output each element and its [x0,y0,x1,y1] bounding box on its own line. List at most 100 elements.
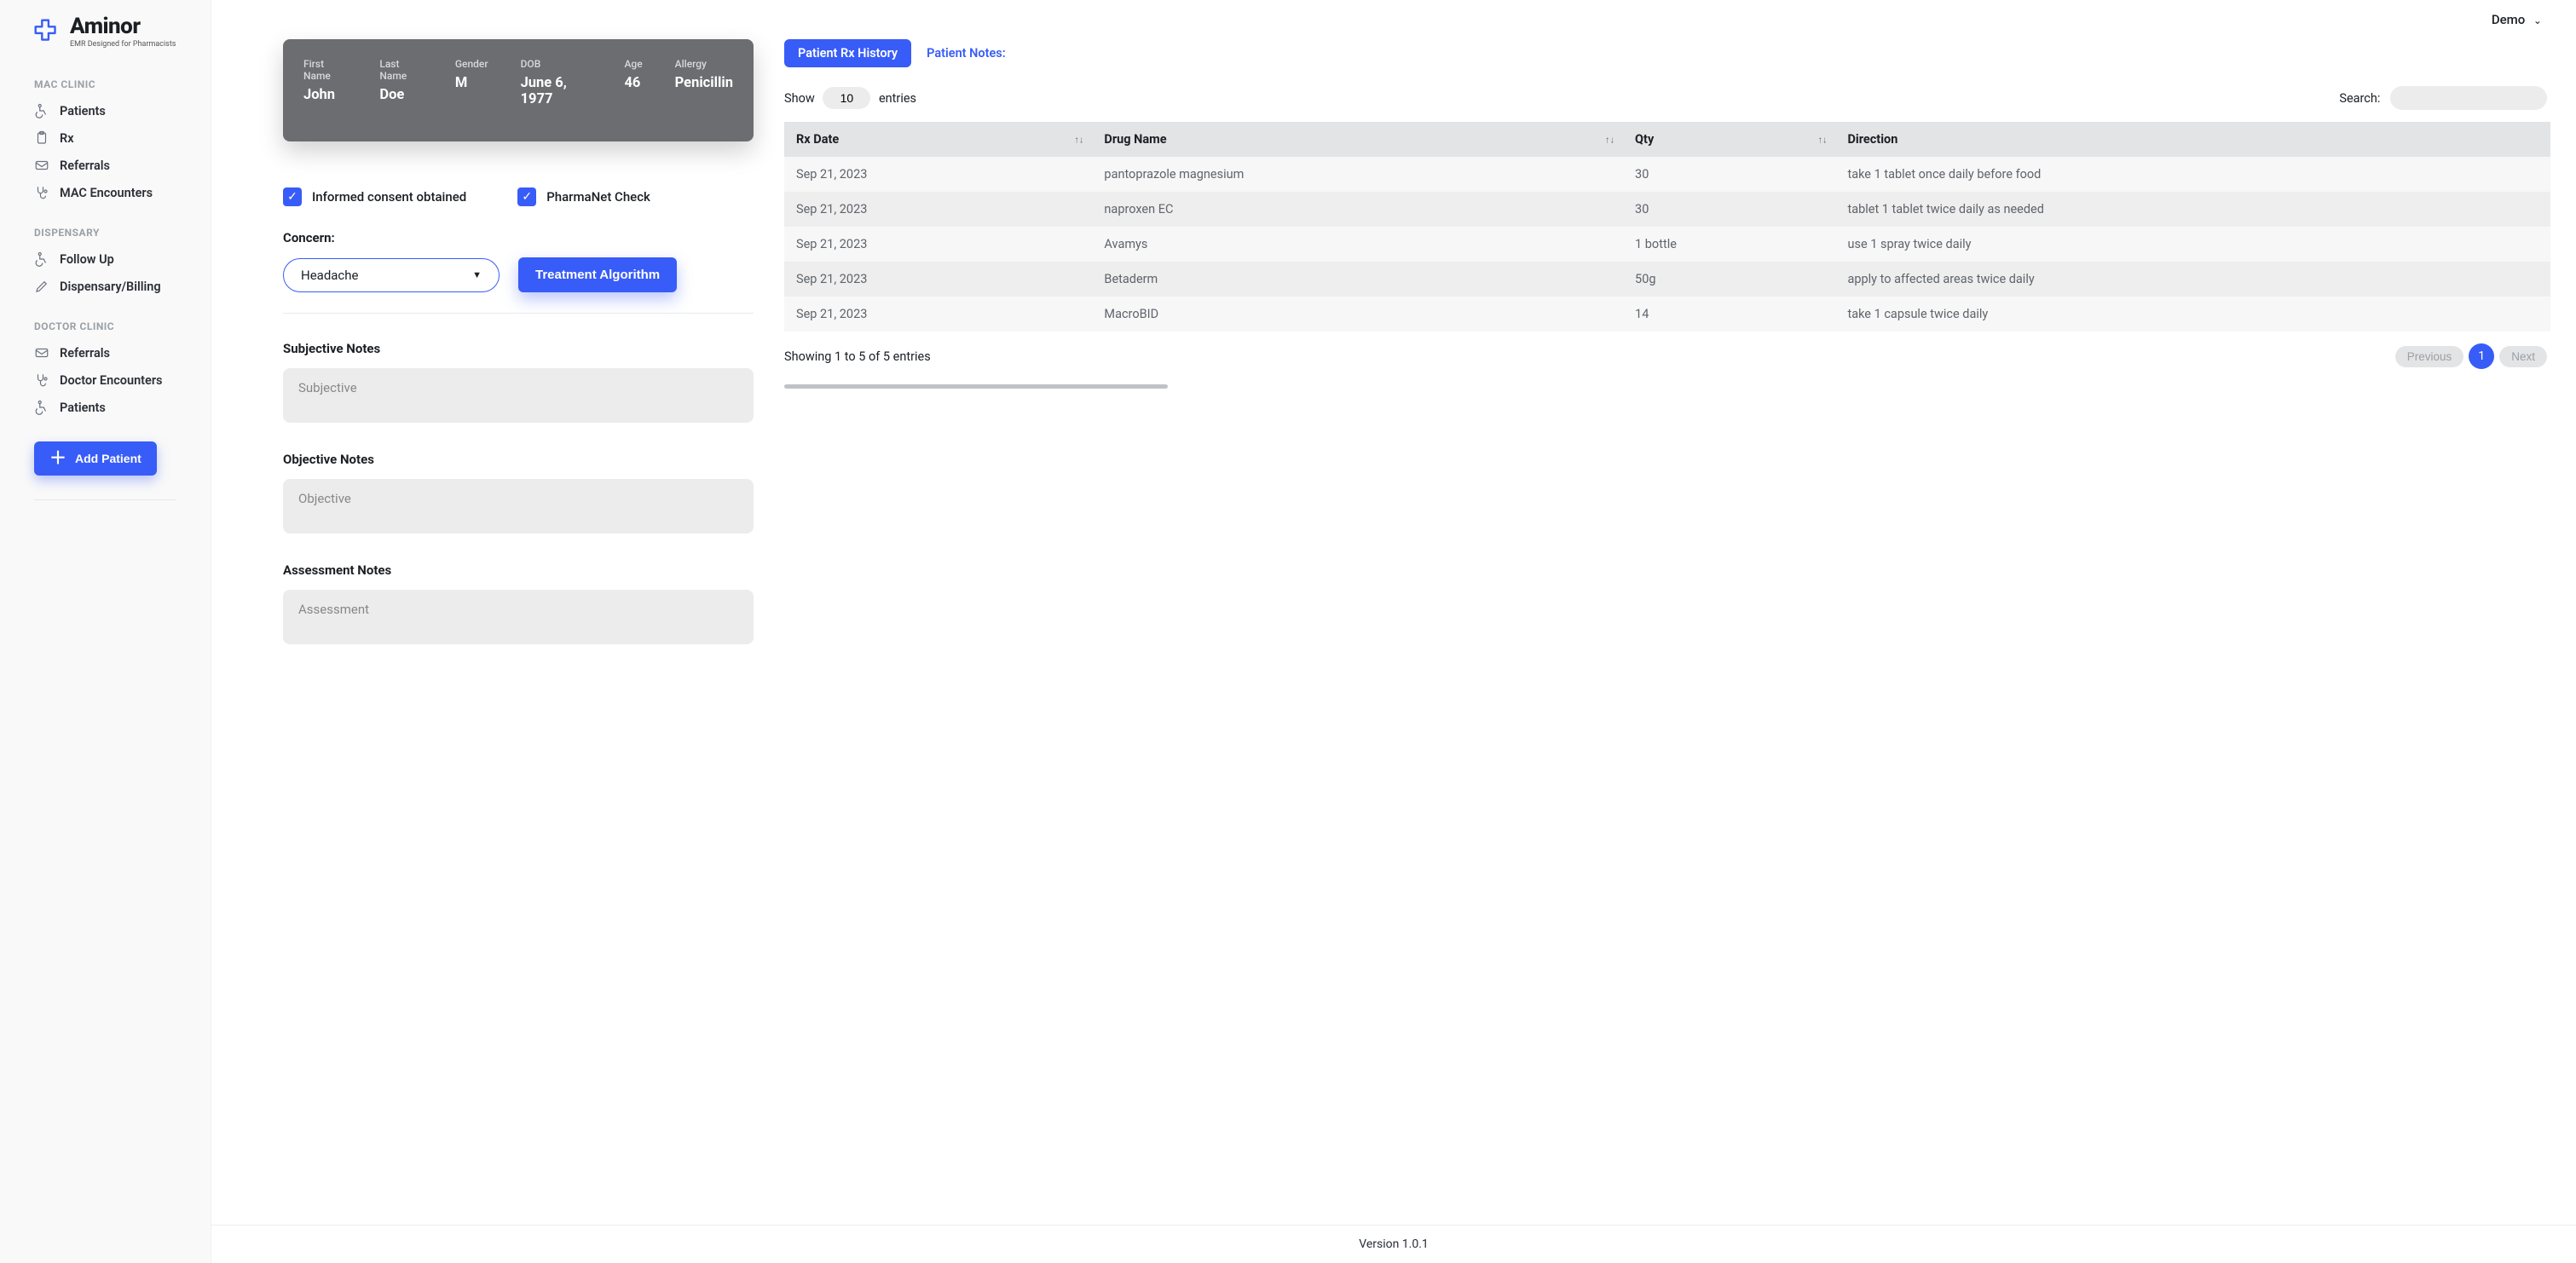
plus-icon: ＋ [49,450,66,467]
pager: Previous 1 Next [2395,343,2547,369]
footer-version: Version 1.0.1 [211,1225,2576,1263]
objective-title: Objective Notes [283,452,754,467]
checkbox-checked-icon[interactable]: ✓ [517,187,536,206]
tab-patient-notes[interactable]: Patient Notes: [927,46,1006,61]
horizontal-scrollbar[interactable] [784,384,1168,389]
brand-name: Aminor [70,15,176,37]
patient-field-value: June 6, 1977 [521,75,592,107]
cell-dir: take 1 tablet once daily before food [1835,157,2550,192]
user-name: Demo [2492,12,2525,27]
encounter-panel: First NameJohnLast NameDoeGenderMDOBJune… [283,39,754,1225]
table-row[interactable]: Sep 21, 2023Betaderm50gapply to affected… [784,262,2550,297]
sidebar-divider [34,499,176,500]
wheelchair-icon [34,103,49,118]
clipboard-icon [34,130,49,146]
pharmanet-checkbox-row[interactable]: ✓ PharmaNet Check [517,187,650,206]
cell-date: Sep 21, 2023 [784,227,1092,262]
concern-label: Concern: [283,230,754,245]
wheelchair-icon [34,251,49,267]
patient-field-gender: GenderM [455,58,488,107]
sidebar-item-patients[interactable]: Patients [0,97,211,124]
col-rx-date[interactable]: Rx Date↑↓ [784,122,1092,157]
show-label: Show [784,91,815,106]
tab-rx-history[interactable]: Patient Rx History [784,39,911,67]
steth-icon [34,372,49,388]
col-qty[interactable]: Qty↑↓ [1623,122,1835,157]
sidebar-item-follow-up[interactable]: Follow Up [0,245,211,273]
checkbox-checked-icon[interactable]: ✓ [283,187,302,206]
table-row[interactable]: Sep 21, 2023pantoprazole magnesium30take… [784,157,2550,192]
cell-qty: 30 [1623,157,1835,192]
assessment-textarea[interactable] [283,590,754,644]
pharmanet-label: PharmaNet Check [546,189,650,205]
cell-date: Sep 21, 2023 [784,157,1092,192]
sidebar-item-dispensary-billing[interactable]: Dispensary/Billing [0,273,211,300]
assessment-title: Assessment Notes [283,562,754,578]
cell-dir: tablet 1 tablet twice daily as needed [1835,192,2550,227]
patient-field-allergy: Allergy Penicillin [675,58,733,107]
pencil-icon [34,279,49,294]
sidebar-item-doctor-encounters[interactable]: Doctor Encounters [0,366,211,394]
cell-drug: MacroBID [1092,297,1623,332]
patient-field-value: M [455,75,488,91]
page-1-button[interactable]: 1 [2469,343,2494,369]
table-row[interactable]: Sep 21, 2023Avamys1 bottleuse 1 spray tw… [784,227,2550,262]
concern-select[interactable]: Headache ▼ [283,258,500,292]
add-patient-label: Add Patient [75,452,142,465]
cell-date: Sep 21, 2023 [784,297,1092,332]
brand-tagline: EMR Designed for Pharmacists [70,41,176,49]
patient-field-label: Allergy [675,58,733,70]
objective-textarea[interactable] [283,479,754,533]
showing-text: Showing 1 to 5 of 5 entries [784,349,931,364]
subjective-textarea[interactable] [283,368,754,423]
nav-section-title: MAC CLINIC [0,58,211,97]
rx-table: Rx Date↑↓Drug Name↑↓Qty↑↓Direction Sep 2… [784,122,2550,332]
col-direction[interactable]: Direction [1835,122,2550,157]
sidebar-item-referrals[interactable]: Referrals [0,339,211,366]
next-button[interactable]: Next [2499,346,2547,367]
entries-selector: Show entries [784,87,916,109]
logo-icon [31,15,63,51]
sidebar-item-label: Referrals [60,346,110,360]
rx-table-wrap[interactable]: Rx Date↑↓Drug Name↑↓Qty↑↓Direction Sep 2… [784,122,2550,332]
sidebar-item-label: Referrals [60,159,110,173]
cell-drug: naproxen EC [1092,192,1623,227]
table-row[interactable]: Sep 21, 2023MacroBID14take 1 capsule twi… [784,297,2550,332]
sidebar-item-label: Patients [60,104,106,118]
sidebar-item-rx[interactable]: Rx [0,124,211,152]
col-drug-name[interactable]: Drug Name↑↓ [1092,122,1623,157]
sidebar-item-patients[interactable]: Patients [0,394,211,421]
cell-drug: Betaderm [1092,262,1623,297]
sidebar-item-label: Follow Up [60,252,114,267]
patient-field-label: DOB [521,58,592,70]
consent-label: Informed consent obtained [312,189,466,205]
sidebar-item-label: Dispensary/Billing [60,280,161,294]
sidebar-item-referrals[interactable]: Referrals [0,152,211,179]
caret-down-icon: ▼ [472,269,482,280]
sidebar-item-label: Patients [60,401,106,415]
search-input[interactable] [2390,86,2547,110]
nav-section-title: DOCTOR CLINIC [0,300,211,339]
prev-button[interactable]: Previous [2395,346,2464,367]
brand-logo: Aminor EMR Designed for Pharmacists [0,15,211,58]
cell-qty: 1 bottle [1623,227,1835,262]
sidebar: Aminor EMR Designed for Pharmacists MAC … [0,0,211,1263]
sidebar-item-label: MAC Encounters [60,186,153,200]
patient-field-value: 46 [624,75,642,91]
cell-qty: 14 [1623,297,1835,332]
topbar: Demo ⌄ [211,0,2576,27]
cell-date: Sep 21, 2023 [784,192,1092,227]
patient-field-value: Penicillin [675,75,733,91]
treatment-algorithm-button[interactable]: Treatment Algorithm [518,257,677,292]
sort-icon: ↑↓ [1074,134,1083,145]
cell-dir: take 1 capsule twice daily [1835,297,2550,332]
table-row[interactable]: Sep 21, 2023naproxen EC30tablet 1 tablet… [784,192,2550,227]
entries-count-input[interactable] [823,87,870,109]
user-menu[interactable]: Demo ⌄ [2492,12,2542,27]
add-patient-button[interactable]: ＋ Add Patient [34,441,157,476]
consent-checkbox-row[interactable]: ✓ Informed consent obtained [283,187,466,206]
patient-field-value: Doe [379,87,423,103]
sort-icon: ↑↓ [1817,134,1827,145]
sidebar-item-mac-encounters[interactable]: MAC Encounters [0,179,211,206]
search-group: Search: [2339,86,2547,110]
